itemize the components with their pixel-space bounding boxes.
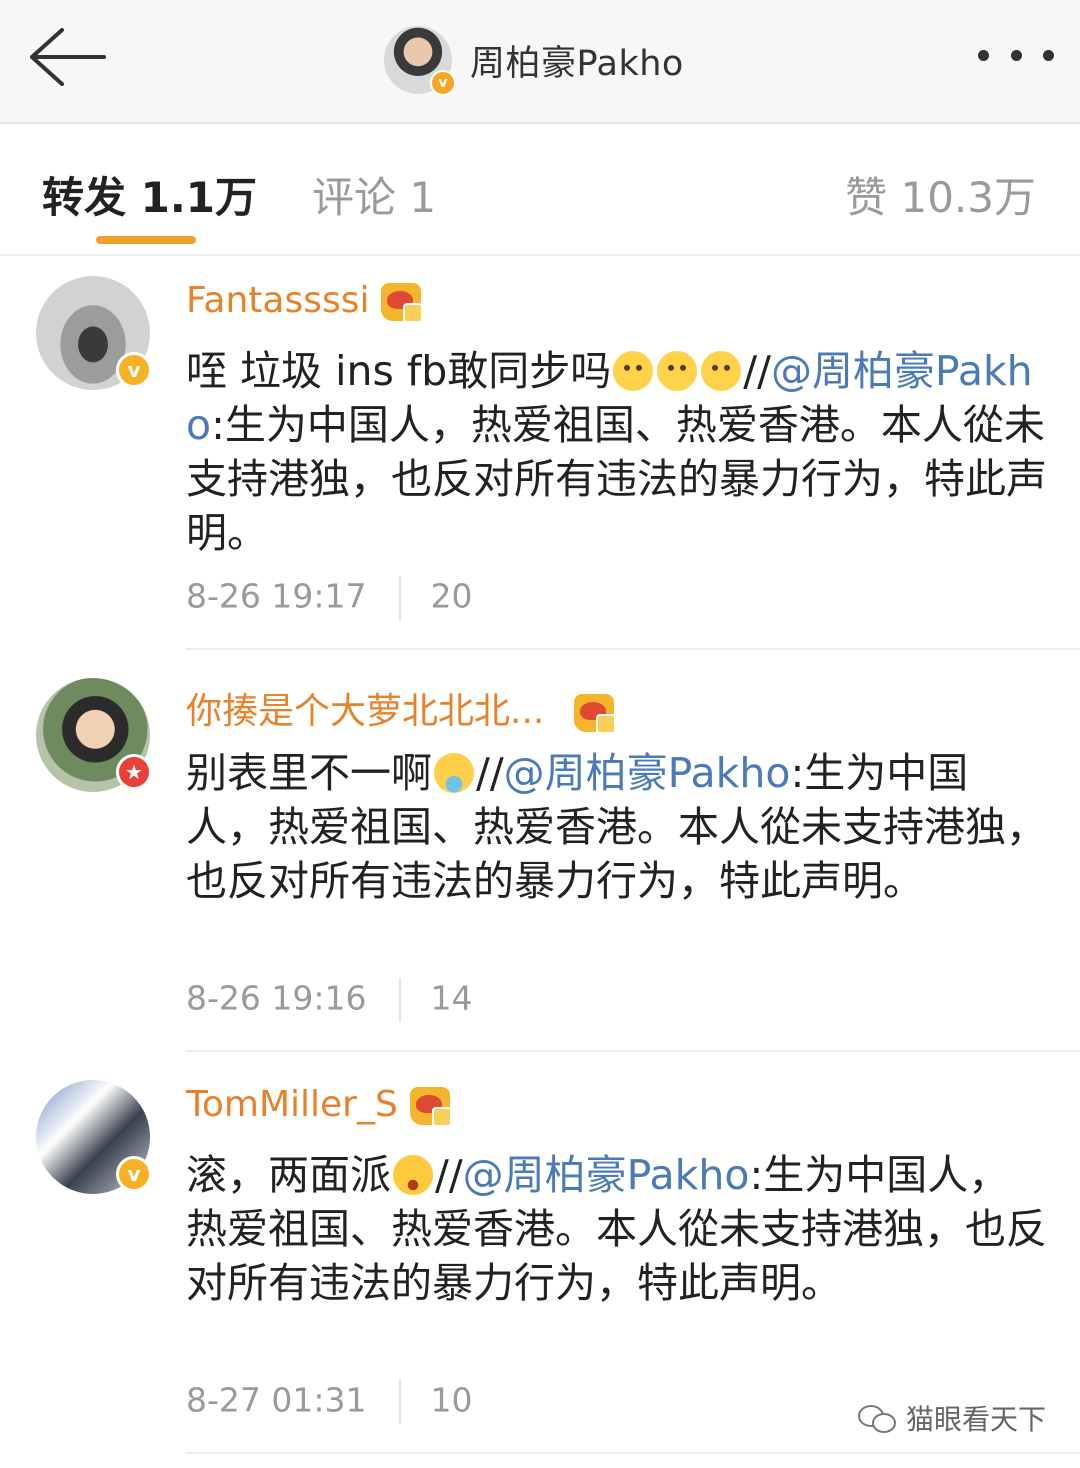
timestamp: 8-26 19:17	[186, 576, 367, 616]
verified-badge-icon: v	[430, 70, 456, 96]
profile-header[interactable]: v 周柏豪Pakho	[384, 22, 684, 98]
quoted-text: :生为中国人，热爱祖国、热爱香港。本人從未支持港独，也反对所有违法的暴力行为，特…	[186, 401, 1047, 557]
avatar[interactable]: v	[36, 276, 152, 390]
avatar[interactable]: v	[384, 26, 456, 96]
watermark-text: 猫眼看天下	[905, 1403, 1046, 1436]
crown-icon	[409, 1087, 452, 1127]
active-tab-indicator	[96, 236, 196, 244]
dot-icon	[1043, 50, 1054, 61]
divider	[186, 648, 1080, 650]
tab-repost[interactable]: 转发 1.1万	[42, 164, 257, 225]
username-link[interactable]: 你揍是个大萝北北北...	[186, 691, 544, 732]
dot-icon	[978, 50, 989, 61]
comment-text: 滚，两面派	[186, 1151, 391, 1199]
comment-text: 别表里不一啊	[186, 749, 432, 797]
divider	[398, 576, 401, 620]
comment-text: 咥 垃圾 ins fb敢同步吗	[186, 347, 612, 395]
repost-separator: //	[435, 1151, 463, 1199]
smile-emoji-icon	[701, 351, 742, 391]
username-link[interactable]: Fantassssi	[186, 280, 369, 321]
post-meta: 8-26 19:16 14	[186, 978, 473, 1022]
mention-link[interactable]: @周柏豪Pakho	[504, 749, 791, 797]
divider	[186, 1452, 1080, 1454]
username-link[interactable]: TomMiller_S	[186, 1084, 398, 1125]
divider	[398, 1380, 401, 1424]
username-row: TomMiller_S	[186, 1084, 452, 1127]
crown-icon	[574, 694, 617, 734]
repost-item: ★ 你揍是个大萝北北北... 别表里不一啊//@周柏豪Pakho:生为中国人，热…	[0, 660, 1080, 1054]
post-meta: 8-26 19:17 20	[186, 576, 473, 620]
tab-like[interactable]: 赞 10.3万	[845, 164, 1036, 225]
watermark: 猫眼看天下	[857, 1398, 1046, 1438]
timestamp: 8-27 01:31	[186, 1380, 367, 1420]
like-count[interactable]: 20	[431, 577, 473, 616]
page-title: 周柏豪Pakho	[470, 43, 684, 84]
repost-text: 滚，两面派//@周柏豪Pakho:生为中国人，热爱祖国、热爱香港。本人從未支持港…	[186, 1148, 1048, 1310]
more-options-icon[interactable]	[978, 50, 1054, 66]
verified-badge-icon: v	[116, 352, 152, 388]
back-arrow-icon[interactable]	[26, 24, 108, 90]
divider	[398, 978, 401, 1022]
crown-icon	[381, 283, 424, 323]
top-bar: v 周柏豪Pakho	[0, 0, 1080, 124]
username-row: Fantassssi	[186, 280, 424, 323]
mention-link[interactable]: @周柏豪Pakho	[463, 1151, 750, 1199]
tab-comment[interactable]: 评论 1	[312, 164, 436, 225]
wechat-icon	[857, 1403, 896, 1433]
smile-emoji-icon	[657, 351, 698, 391]
repost-item: v Fantassssi 咥 垃圾 ins fb敢同步吗//@周柏豪Pakho:…	[0, 256, 1080, 650]
repost-separator: //	[476, 749, 504, 797]
avatar[interactable]: v	[36, 1080, 152, 1194]
like-count[interactable]: 10	[431, 1381, 473, 1420]
timestamp: 8-26 19:16	[186, 978, 367, 1018]
verified-badge-icon: v	[116, 1156, 152, 1192]
username-row: 你揍是个大萝北北北...	[186, 682, 617, 734]
repost-item: v TomMiller_S 滚，两面派//@周柏豪Pakho:生为中国人，热爱祖…	[0, 1062, 1080, 1456]
divider	[186, 1050, 1080, 1052]
post-meta: 8-27 01:31 10	[186, 1380, 473, 1424]
like-count[interactable]: 14	[431, 979, 473, 1018]
star-badge-icon: ★	[116, 754, 152, 790]
dot-icon	[1010, 50, 1022, 61]
smile-emoji-icon	[613, 351, 654, 391]
repost-separator: //	[743, 347, 771, 395]
avatar[interactable]: ★	[36, 678, 152, 792]
angry-emoji-icon	[393, 1155, 433, 1195]
vomit-emoji-icon	[434, 753, 474, 793]
tab-bar: 转发 1.1万 评论 1 赞 10.3万	[0, 124, 1080, 256]
repost-text: 别表里不一啊//@周柏豪Pakho:生为中国人，热爱祖国、热爱香港。本人從未支持…	[186, 746, 1048, 908]
repost-text: 咥 垃圾 ins fb敢同步吗//@周柏豪Pakho:生为中国人，热爱祖国、热爱…	[186, 344, 1048, 560]
